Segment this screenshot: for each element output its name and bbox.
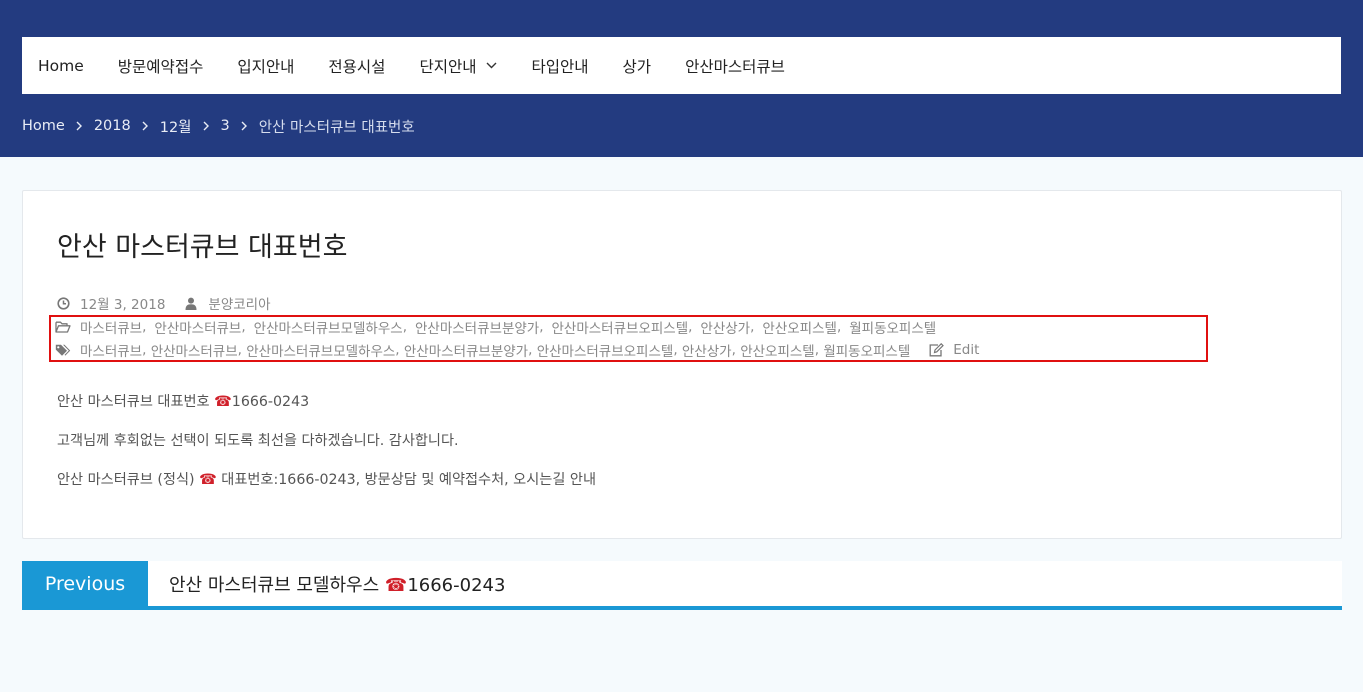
post-article: 안산 마스터큐브 대표번호 12월 3, 2018 분양코리아 마스터큐브, 안… bbox=[22, 190, 1342, 539]
post-title: 안산 마스터큐브 대표번호 bbox=[57, 232, 348, 263]
telephone-icon: ☎ bbox=[384, 574, 408, 596]
tag-link[interactable]: 마스터큐브 bbox=[80, 340, 142, 360]
nav-item-ansan-mastercube[interactable]: 안산마스터큐브 bbox=[685, 55, 785, 77]
category-link[interactable]: 안산마스터큐브분양가 bbox=[415, 317, 539, 337]
breadcrumb-day[interactable]: 3 bbox=[221, 118, 230, 134]
main-navigation: Home 방문예약접수 입지안내 전용시설 단지안내 타입안내 상가 안산마스터… bbox=[22, 37, 1341, 94]
telephone-icon: ☎ bbox=[214, 394, 232, 410]
breadcrumb-year[interactable]: 2018 bbox=[94, 118, 131, 134]
category-link[interactable]: 안산마스터큐브 bbox=[154, 317, 241, 337]
nav-item-home[interactable]: Home bbox=[38, 57, 84, 75]
content-paragraph: 안산 마스터큐브 대표번호 ☎1666-0243 bbox=[57, 394, 310, 410]
tag-link[interactable]: 월피동오피스텔 bbox=[823, 340, 910, 360]
previous-post-button[interactable]: Previous bbox=[22, 561, 148, 606]
breadcrumb-current: 안산 마스터큐브 대표번호 bbox=[258, 119, 415, 136]
nav-item-label: 단지안내 bbox=[419, 57, 477, 76]
nav-item-types[interactable]: 타입안내 bbox=[531, 55, 588, 77]
breadcrumb-home[interactable]: Home bbox=[22, 118, 65, 134]
tag-link[interactable]: 안산마스터큐브모델하우스 bbox=[246, 340, 395, 360]
post-navigation: Previous 안산 마스터큐브 모델하우스 ☎1666-0243 bbox=[22, 561, 1342, 610]
previous-post-title[interactable]: 안산 마스터큐브 모델하우스 ☎1666-0243 bbox=[169, 571, 505, 597]
clock-icon bbox=[55, 295, 71, 311]
tag-link[interactable]: 안산마스터큐브분양가 bbox=[404, 340, 528, 360]
post-categories: 마스터큐브, 안산마스터큐브, 안산마스터큐브모델하우스, 안산마스터큐브분양가… bbox=[55, 317, 936, 337]
nav-item-label: 상가 bbox=[622, 57, 652, 76]
nav-item-label: 입지안내 bbox=[237, 57, 295, 76]
tag-link[interactable]: 안산상가 bbox=[682, 340, 732, 360]
nav-item-label: 방문예약접수 bbox=[117, 57, 204, 76]
chevron-down-icon bbox=[485, 60, 497, 72]
breadcrumb: Home 2018 12월 3 안산 마스터큐브 대표번호 bbox=[22, 115, 415, 137]
content-paragraph: 안산 마스터큐브 (정식) ☎ 대표번호:1666-0243, 방문상담 및 예… bbox=[57, 472, 597, 488]
nav-item-visit-reservation[interactable]: 방문예약접수 bbox=[118, 55, 204, 77]
post-tags: 마스터큐브, 안산마스터큐브, 안산마스터큐브모델하우스, 안산마스터큐브분양가… bbox=[55, 340, 979, 360]
tag-link[interactable]: 안산마스터큐브 bbox=[151, 340, 238, 360]
category-link[interactable]: 안산상가 bbox=[700, 317, 750, 337]
content-paragraph: 고객님께 후회없는 선택이 되도록 최선을 다하겠습니다. 감사합니다. bbox=[57, 433, 459, 449]
nav-item-location[interactable]: 입지안내 bbox=[237, 55, 294, 77]
tag-link[interactable]: 안산오피스텔 bbox=[740, 340, 815, 360]
category-link[interactable]: 안산오피스텔 bbox=[762, 317, 837, 337]
category-link[interactable]: 마스터큐브 bbox=[80, 317, 142, 337]
telephone-icon: ☎ bbox=[199, 472, 217, 488]
tag-link[interactable]: 안산마스터큐브오피스텔 bbox=[537, 340, 674, 360]
nav-item-label: 전용시설 bbox=[328, 57, 386, 76]
chevron-right-icon bbox=[76, 121, 83, 131]
edit-icon bbox=[928, 342, 944, 358]
nav-item-complex[interactable]: 단지안내 bbox=[419, 55, 497, 77]
post-date[interactable]: 12월 3, 2018 bbox=[80, 293, 165, 313]
tags-icon bbox=[55, 342, 71, 358]
chevron-right-icon bbox=[142, 121, 149, 131]
post-meta: 12월 3, 2018 분양코리아 bbox=[55, 293, 271, 313]
user-icon bbox=[183, 295, 199, 311]
nav-item-label: 안산마스터큐브 bbox=[685, 57, 785, 76]
category-link[interactable]: 안산마스터큐브모델하우스 bbox=[254, 317, 403, 337]
chevron-right-icon bbox=[241, 121, 248, 131]
nav-item-shops[interactable]: 상가 bbox=[623, 55, 652, 77]
phone-number: 1666-0243 bbox=[231, 394, 310, 410]
post-author[interactable]: 분양코리아 bbox=[208, 293, 270, 313]
edit-link[interactable]: Edit bbox=[953, 342, 979, 358]
folder-open-icon bbox=[55, 319, 71, 335]
category-link[interactable]: 안산마스터큐브오피스텔 bbox=[552, 317, 689, 337]
nav-item-label: Home bbox=[38, 56, 84, 75]
chevron-right-icon bbox=[203, 121, 210, 131]
nav-item-facilities[interactable]: 전용시설 bbox=[328, 55, 385, 77]
nav-item-label: 타입안내 bbox=[531, 57, 589, 76]
breadcrumb-month[interactable]: 12월 bbox=[160, 116, 192, 137]
site-header: Home 방문예약접수 입지안내 전용시설 단지안내 타입안내 상가 안산마스터… bbox=[0, 0, 1363, 157]
category-link[interactable]: 월피동오피스텔 bbox=[849, 317, 936, 337]
